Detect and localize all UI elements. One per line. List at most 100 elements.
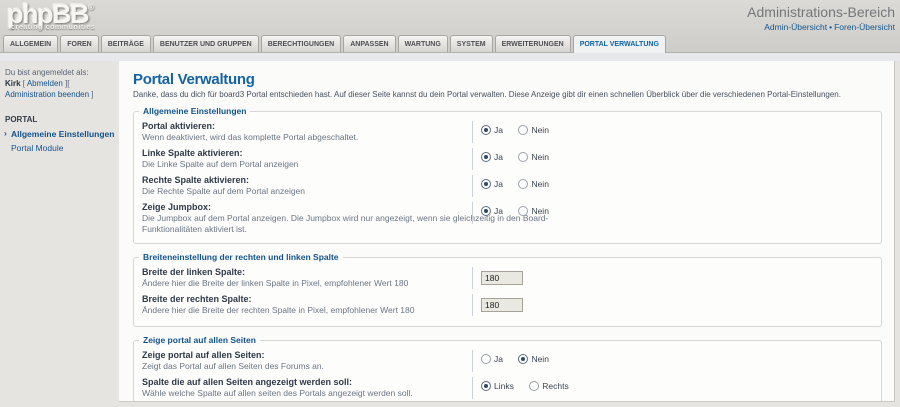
phpbb-logo: phpBB® creating communities <box>7 0 95 31</box>
setting-row-breite-links: Breite der linken Spalte: Ändere hier di… <box>142 267 873 290</box>
radio-checked-icon[interactable] <box>481 179 491 189</box>
radio-option-nein[interactable]: Nein <box>518 354 548 364</box>
radio-label: Nein <box>531 206 548 216</box>
radio-label: Ja <box>494 152 503 162</box>
registered-mark-icon: ® <box>88 3 94 12</box>
tab-system[interactable]: SYSTEM <box>450 35 493 52</box>
radio-option-rechts[interactable]: Rechts <box>529 381 568 391</box>
sidebar-menu-title: PORTAL <box>0 115 119 124</box>
content-area: Portal Verwaltung Danke, dass du dich fü… <box>119 61 895 402</box>
tab-allgemein[interactable]: ALLGEMEIN <box>3 35 58 52</box>
radio-unchecked-icon[interactable] <box>518 206 528 216</box>
logged-in-label: Du bist angemeldet als: <box>5 68 89 77</box>
setting-control: Ja Nein <box>472 202 560 224</box>
radio-option-ja[interactable]: Ja <box>481 179 503 189</box>
tab-portal-verwaltung[interactable]: PORTAL VERWALTUNG <box>573 35 666 53</box>
radio-label: Links <box>494 381 514 391</box>
radio-checked-icon[interactable] <box>481 206 491 216</box>
admin-area-title: Administrations-Bereich <box>747 4 895 20</box>
admin-overview-link[interactable]: Admin-Übersicht <box>764 22 827 32</box>
setting-control <box>472 294 523 316</box>
radio-checked-icon[interactable] <box>481 152 491 162</box>
sidebar-menu: › Allgemeine Einstellungen Portal Module <box>0 127 119 155</box>
fieldset-portal-alle-seiten: Zeige portal auf allen Seiten Zeige port… <box>133 340 882 402</box>
right-column-width-input[interactable] <box>481 298 523 312</box>
setting-control: Ja Nein <box>472 350 560 372</box>
sidebar-item-portal-module[interactable]: Portal Module <box>0 141 119 155</box>
radio-unchecked-icon[interactable] <box>518 152 528 162</box>
admin-head-block: Administrations-Bereich Admin-Übersicht•… <box>747 4 895 32</box>
radio-label: Nein <box>531 125 548 135</box>
tab-benutzer-und-gruppen[interactable]: BENUTZER UND GRUPPEN <box>153 35 259 52</box>
radio-label: Ja <box>494 206 503 216</box>
radio-unchecked-icon[interactable] <box>518 179 528 189</box>
tab-berechtigungen[interactable]: BERECHTIGUNGEN <box>261 35 342 52</box>
setting-row-breite-rechts: Breite der rechten Spalte: Ändere hier d… <box>142 294 873 317</box>
setting-row-linke-spalte: Linke Spalte aktivieren: Die Linke Spalt… <box>142 148 873 171</box>
session-info: Du bist angemeldet als: Kirk [ Abmelden … <box>0 61 119 100</box>
radio-unchecked-icon[interactable] <box>529 381 539 391</box>
radio-unchecked-icon[interactable] <box>481 354 491 364</box>
end-admin-link[interactable]: Administration beenden <box>5 90 89 99</box>
left-column-width-input[interactable] <box>481 271 523 285</box>
radio-option-nein[interactable]: Nein <box>518 179 548 189</box>
main-panel: Du bist angemeldet als: Kirk [ Abmelden … <box>0 52 900 407</box>
bracket: ] <box>91 90 93 99</box>
radio-checked-icon[interactable] <box>481 125 491 135</box>
tab-wartung[interactable]: WARTUNG <box>398 35 448 52</box>
active-item-arrow-icon: › <box>4 128 7 138</box>
sidebar-item-allgemeine-einstellungen[interactable]: › Allgemeine Einstellungen <box>0 127 119 141</box>
fieldset-allgemeine-einstellungen: Allgemeine Einstellungen Portal aktivier… <box>133 111 882 244</box>
radio-unchecked-icon[interactable] <box>518 125 528 135</box>
forum-overview-link[interactable]: Foren-Übersicht <box>834 22 895 32</box>
radio-option-ja[interactable]: Ja <box>481 206 503 216</box>
setting-row-zeige-jumpbox: Zeige Jumpbox: Die Jumpbox auf dem Porta… <box>142 202 873 234</box>
tab-anpassen[interactable]: ANPASSEN <box>343 35 395 52</box>
radio-option-links[interactable]: Links <box>481 381 514 391</box>
bracket: [ <box>23 79 25 88</box>
radio-option-nein[interactable]: Nein <box>518 152 548 162</box>
sidebar-item-label: Allgemeine Einstellungen <box>11 129 114 139</box>
admin-breadcrumb: Admin-Übersicht•Foren-Übersicht <box>747 22 895 32</box>
radio-option-ja[interactable]: Ja <box>481 354 503 364</box>
fieldset-legend: Breiteneinstellung der rechten und linke… <box>139 252 343 262</box>
radio-label: Ja <box>494 354 503 364</box>
fieldset-legend: Allgemeine Einstellungen <box>139 106 250 116</box>
radio-label: Ja <box>494 125 503 135</box>
setting-row-portal-aktivieren: Portal aktivieren: Wenn deaktiviert, wir… <box>142 121 873 144</box>
bullet-separator-icon: • <box>829 22 832 32</box>
bracket: ][ <box>65 79 69 88</box>
radio-checked-icon[interactable] <box>518 354 528 364</box>
radio-option-nein[interactable]: Nein <box>518 206 548 216</box>
logout-link[interactable]: Abmelden <box>27 79 63 88</box>
tab-erweiterungen[interactable]: ERWEITERUNGEN <box>495 35 571 52</box>
sidebar: Du bist angemeldet als: Kirk [ Abmelden … <box>0 61 119 407</box>
sidebar-item-label: Portal Module <box>11 143 63 153</box>
username: Kirk <box>5 79 21 88</box>
setting-row-spalte-alle-seiten: Spalte die auf allen Seiten angezeigt we… <box>142 377 873 400</box>
radio-option-ja[interactable]: Ja <box>481 125 503 135</box>
page-title: Portal Verwaltung <box>133 71 882 88</box>
phpbb-logo-tagline: creating communities <box>11 24 95 31</box>
radio-label: Nein <box>531 179 548 189</box>
panel-top-band <box>0 53 900 61</box>
setting-row-rechte-spalte: Rechte Spalte aktivieren: Die Rechte Spa… <box>142 175 873 198</box>
setting-control: Ja Nein <box>472 148 560 170</box>
radio-label: Rechts <box>542 381 568 391</box>
fieldset-legend: Zeige portal auf allen Seiten <box>139 335 260 345</box>
radio-label: Ja <box>494 179 503 189</box>
tab-beitraege[interactable]: BEITRÄGE <box>101 35 151 52</box>
radio-checked-icon[interactable] <box>481 381 491 391</box>
setting-row-portal-alle-seiten: Zeige portal auf allen Seiten: Zeigt das… <box>142 350 873 373</box>
setting-control: Links Rechts <box>472 377 580 399</box>
radio-label: Nein <box>531 152 548 162</box>
tab-foren[interactable]: FOREN <box>60 35 99 52</box>
radio-label: Nein <box>531 354 548 364</box>
fieldset-breiteneinstellung: Breiteneinstellung der rechten und linke… <box>133 257 882 327</box>
radio-option-nein[interactable]: Nein <box>518 125 548 135</box>
radio-option-ja[interactable]: Ja <box>481 152 503 162</box>
setting-control <box>472 267 523 289</box>
setting-control: Ja Nein <box>472 175 560 197</box>
page-description: Danke, dass du dich für board3 Portal en… <box>133 90 882 100</box>
tab-bar: ALLGEMEIN FOREN BEITRÄGE BENUTZER UND GR… <box>3 32 668 52</box>
